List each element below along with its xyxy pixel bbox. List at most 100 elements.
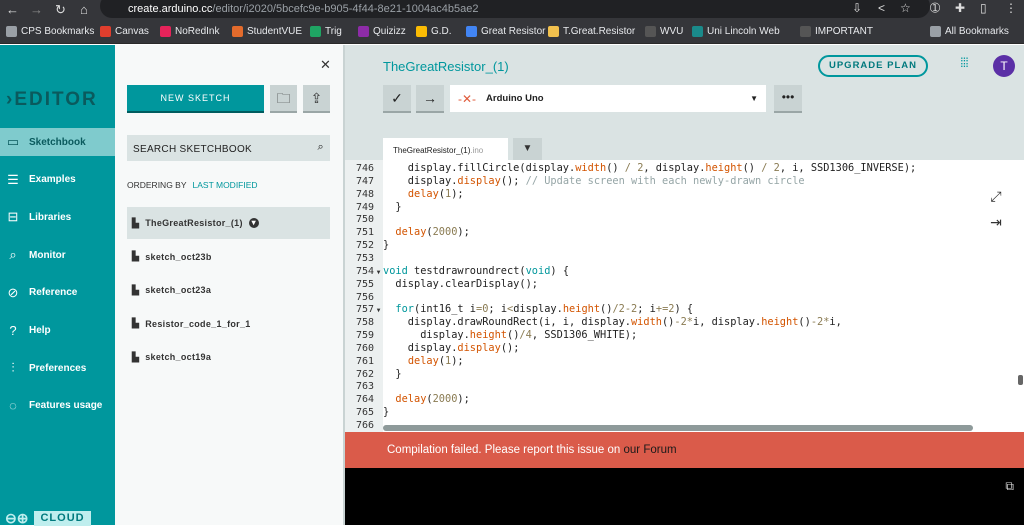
- sidebar-item-preferences[interactable]: ⫶ Preferences: [0, 354, 115, 382]
- arduino-cloud-logo[interactable]: ⊖⊕ CLOUD: [5, 510, 91, 527]
- code-token: (): [600, 303, 613, 316]
- ordering: ORDERING BY LAST MODIFIED: [127, 180, 258, 190]
- close-icon[interactable]: ✕: [320, 57, 331, 73]
- search-sketchbook-input[interactable]: SEARCH SKETCHBOOK ⌕: [127, 135, 330, 161]
- extensions-icon[interactable]: ✚: [955, 1, 965, 15]
- code-token: void: [525, 264, 551, 277]
- bookmark-item[interactable]: Trig: [310, 26, 342, 37]
- sidebar-item-features-usage[interactable]: ◌ Features usage: [0, 392, 115, 420]
- bookmark-item[interactable]: Quizizz: [358, 26, 406, 37]
- forum-link[interactable]: Forum: [643, 444, 676, 456]
- bookmark-item[interactable]: G.D.: [416, 26, 452, 37]
- code-line: 764 delay(2000);: [345, 393, 1024, 406]
- sidebar-item-help[interactable]: ? Help: [0, 317, 115, 345]
- line-number: 759: [355, 330, 374, 342]
- horizontal-scrollbar[interactable]: [383, 425, 973, 431]
- sidebar-item-monitor[interactable]: ⌕ Monitor: [0, 241, 115, 269]
- home-icon[interactable]: ⌂: [80, 2, 88, 17]
- infinity-icon: ⊖⊕: [5, 510, 29, 526]
- library-icon: ⊟: [7, 209, 19, 225]
- code-token: display.fillCircle(display.: [383, 162, 576, 174]
- our-link[interactable]: our: [624, 444, 641, 456]
- line-number: 747: [355, 175, 374, 187]
- address-bar[interactable]: create.arduino.cc/editor/i2020/5bcefc9e-…: [100, 0, 930, 18]
- sidepanel-icon[interactable]: ▯: [980, 1, 987, 15]
- sidebar-item-examples[interactable]: ☰ Examples: [0, 166, 115, 194]
- install-icon[interactable]: ⇩: [852, 1, 862, 15]
- avatar[interactable]: T: [993, 55, 1015, 77]
- sketch-item[interactable]: ▙ TheGreatResistor_(1) ▾: [127, 207, 330, 239]
- file-menu-button[interactable]: ▼: [513, 138, 542, 160]
- upload-sketch-button[interactable]: →: [416, 85, 444, 113]
- code-token: , SSD1306_WHITE);: [531, 329, 638, 342]
- indent-icon[interactable]: ⇥: [988, 209, 1004, 235]
- code-line: 751 delay(2000);: [345, 226, 1024, 239]
- reload-icon[interactable]: ↻: [55, 2, 66, 18]
- new-sketch-button[interactable]: NEW SKETCH: [127, 85, 264, 113]
- code-token: ) {: [550, 264, 570, 277]
- line-number: 751: [355, 227, 374, 239]
- search-icon[interactable]: ⌕: [318, 141, 324, 154]
- sketch-item[interactable]: ▙ sketch_oct19a: [127, 341, 330, 373]
- verify-button[interactable]: ✓: [383, 85, 411, 113]
- bookmark-item[interactable]: IMPORTANT: [800, 26, 873, 37]
- code-token: height: [469, 329, 507, 342]
- bookmark-item[interactable]: Great Resistor: [466, 26, 545, 37]
- all-bookmarks[interactable]: All Bookmarks: [930, 26, 1009, 37]
- vertical-scrollbar[interactable]: [1018, 375, 1023, 385]
- sidebar: ›EDITOR ▭ Sketchbook ☰ Examples ⊟ Libraries ⌕ M…: [0, 45, 115, 527]
- sidebar-item-libraries[interactable]: ⊟ Libraries: [0, 203, 115, 231]
- file-tab[interactable]: TheGreatResistor_(1).ino: [383, 138, 508, 160]
- line-number: 766: [355, 420, 374, 431]
- bookmark-item[interactable]: WVU: [645, 26, 683, 37]
- bookmark-item[interactable]: StudentVUE: [232, 26, 302, 37]
- forward-icon[interactable]: →: [30, 2, 43, 17]
- docs-icon: [466, 26, 477, 37]
- sketch-menu-icon[interactable]: ▾: [248, 218, 259, 228]
- code-token: +=2: [655, 303, 675, 316]
- bookmark-label: Trig: [325, 26, 342, 37]
- sidebar-item-reference[interactable]: ⊘ Reference: [0, 279, 115, 307]
- compass-icon: ⊘: [7, 284, 19, 300]
- code-token: display: [457, 341, 501, 354]
- copy-icon[interactable]: ⧉: [1005, 479, 1014, 494]
- sketch-item[interactable]: ▙ Resistor_code_1_for_1: [127, 308, 330, 340]
- code-line: 748 delay(1);: [345, 188, 1024, 201]
- share-icon[interactable]: <: [878, 1, 885, 15]
- star-icon[interactable]: ☆: [900, 1, 911, 15]
- bookmark-item[interactable]: T.Great.Resistor: [548, 26, 635, 37]
- sketch-item[interactable]: ▙ sketch_oct23a: [127, 274, 330, 306]
- sketch-item[interactable]: ▙ sketch_oct23b: [127, 241, 330, 273]
- line-number: 749: [355, 201, 374, 213]
- sketch-title[interactable]: TheGreatResistor_(1): [383, 59, 509, 74]
- upload-button[interactable]: ⇪: [303, 85, 330, 113]
- code-token: (): [507, 329, 520, 342]
- ordering-value[interactable]: LAST MODIFIED: [193, 180, 258, 190]
- board-selector[interactable]: -✕- Arduino Uno ▼: [450, 85, 766, 112]
- expand-icon[interactable]: ⤢: [988, 183, 1004, 209]
- drive-icon: [416, 26, 427, 37]
- code-token: );: [457, 226, 470, 239]
- code-token: height: [705, 162, 743, 174]
- apps-grid-icon[interactable]: ⁞⁞⁞: [960, 55, 969, 70]
- more-options-button[interactable]: •••: [774, 85, 802, 113]
- menu-icon[interactable]: ⋮: [1005, 1, 1017, 15]
- bookmark-item[interactable]: CPS Bookmarks: [6, 26, 94, 37]
- line-number: 750: [355, 214, 374, 226]
- sidebar-item-sketchbook[interactable]: ▭ Sketchbook: [0, 128, 115, 156]
- back-icon[interactable]: ←: [6, 2, 19, 17]
- profile-icon[interactable]: ➀: [930, 1, 940, 15]
- bookmark-item[interactable]: Uni Lincoln Web: [692, 26, 780, 37]
- code-line: 758 display.drawRoundRect(i, i, display.…: [345, 316, 1024, 329]
- code-token: display.: [383, 341, 458, 354]
- bookmark-item[interactable]: NoRedInk: [160, 26, 219, 37]
- file-tab-name: TheGreatResistor_(1): [393, 146, 471, 155]
- code-line: 753: [345, 252, 1024, 265]
- code-editor[interactable]: 746 display.fillCircle(display.width() /…: [345, 160, 1024, 432]
- new-folder-button[interactable]: 🗀: [270, 85, 297, 113]
- bookmark-item[interactable]: Canvas: [100, 26, 149, 37]
- upgrade-plan-button[interactable]: UPGRADE PLAN: [818, 55, 928, 77]
